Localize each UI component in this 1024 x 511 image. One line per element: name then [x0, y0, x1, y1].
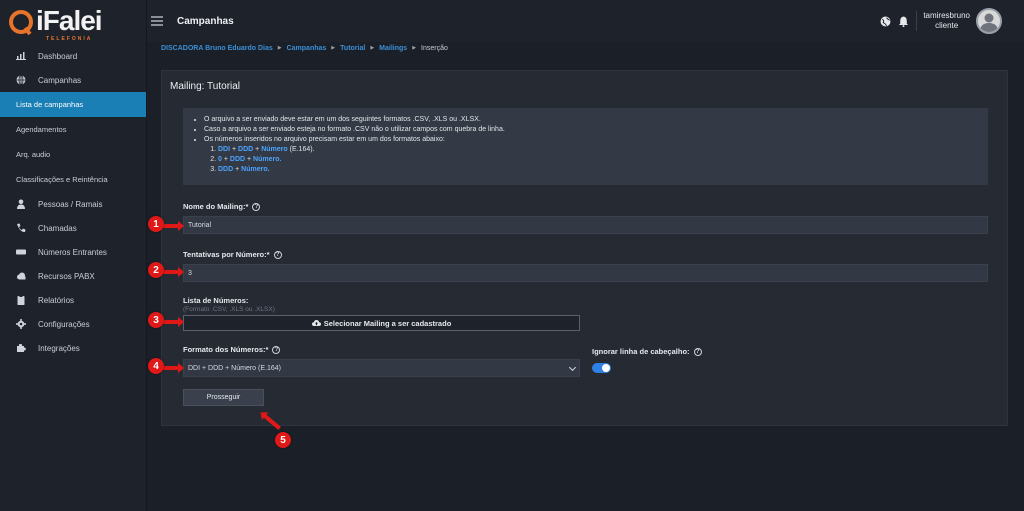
numbers-list-label: Lista de Números: — [183, 296, 249, 305]
sidebar-item-relatorios[interactable]: Relatórios — [0, 288, 146, 312]
mailing-name-input[interactable]: Tutorial — [183, 216, 988, 234]
format-label: Formato dos Números:*? — [183, 345, 281, 354]
sidebar-item-label: Números Entrantes — [38, 247, 107, 257]
numbers-list-hint: (Formato .CSV, .XLS ou .XLSX) — [183, 306, 275, 313]
sidebar-item-lista-de-campanhas[interactable]: Lista de campanhas — [0, 92, 146, 117]
info-line: O arquivo a ser enviado deve estar em um… — [204, 115, 976, 125]
annotation-marker-3: 3 — [148, 312, 164, 328]
sidebar-item-arq-audio[interactable]: Arq. audio — [0, 142, 146, 167]
user-info[interactable]: tamiresbruno cliente — [916, 11, 970, 31]
cloud-icon — [16, 271, 26, 281]
breadcrumb-separator-icon: ▶ — [331, 45, 336, 51]
sidebar-item-campanhas[interactable]: Campanhas — [0, 68, 146, 92]
format-option-3: DDD + Número. — [218, 165, 976, 175]
sidebar-item-chamadas[interactable]: Chamadas — [0, 216, 146, 240]
logo[interactable]: iFalei TELEFONIA — [0, 0, 146, 44]
format-option-1: DDI + DDD + Número (E.164). — [218, 145, 976, 155]
sidebar-item-numeros-entrantes[interactable]: Números Entrantes — [0, 240, 146, 264]
breadcrumb-separator-icon: ▶ — [412, 45, 417, 51]
annotation-arrow — [163, 221, 184, 231]
sidebar-item-dashboard[interactable]: Dashboard — [0, 44, 146, 68]
page-title: Campanhas — [177, 15, 234, 27]
phone-icon — [16, 223, 26, 233]
format-select[interactable]: DDI + DDD + Número (E.164) — [183, 359, 580, 377]
help-icon[interactable]: ? — [272, 345, 281, 354]
format-option-2: 0 + DDD + Número. — [218, 155, 976, 165]
chevron-down-icon — [568, 363, 577, 372]
format-select-value: DDI + DDD + Número (E.164) — [188, 364, 281, 372]
gear-icon — [16, 319, 26, 329]
mailing-name-label: Nome do Mailing:*? — [183, 202, 261, 211]
sidebar: iFalei TELEFONIA Dashboard Campanhas Lis… — [0, 0, 147, 511]
ignore-header-toggle[interactable] — [592, 363, 611, 373]
clipboard-icon — [16, 295, 26, 305]
sidebar-item-label: Dashboard — [38, 51, 78, 61]
puzzle-icon — [16, 343, 26, 353]
proceed-button[interactable]: Prosseguir — [183, 389, 264, 406]
annotation-arrow — [163, 363, 184, 373]
globe-icon — [16, 75, 26, 85]
sidebar-item-agendamentos[interactable]: Agendamentos — [0, 117, 146, 142]
chart-icon — [16, 51, 26, 61]
logo-subtitle: TELEFONIA — [46, 36, 93, 42]
top-bar: Campanhas tamiresbruno cliente — [147, 0, 1024, 42]
breadcrumb-current: Inserção — [421, 44, 448, 52]
person-icon — [16, 199, 26, 209]
globe-icon[interactable] — [880, 16, 891, 27]
breadcrumb-separator-icon: ▶ — [370, 45, 375, 51]
sidebar-item-label: Recursos PABX — [38, 271, 95, 281]
sidebar-item-label: Configurações — [38, 319, 90, 329]
annotation-marker-5: 5 — [275, 432, 291, 448]
top-right-controls: tamiresbruno cliente — [880, 8, 1002, 34]
help-icon[interactable]: ? — [273, 250, 282, 259]
avatar[interactable] — [976, 8, 1002, 34]
sidebar-nav: Dashboard Campanhas Lista de campanhas A… — [0, 44, 146, 360]
info-line: Caso a arquivo a ser enviado esteja no f… — [204, 125, 976, 135]
annotation-marker-2: 2 — [148, 262, 164, 278]
logo-icon — [9, 10, 33, 36]
card-title: Mailing: Tutorial — [170, 81, 241, 92]
sidebar-item-label: Classificações e Reintência — [16, 175, 108, 184]
keypad-icon — [16, 247, 26, 257]
sidebar-item-label: Agendamentos — [16, 125, 67, 134]
menu-icon[interactable] — [151, 16, 163, 26]
user-name: tamiresbruno — [923, 11, 970, 20]
mailing-card: Mailing: Tutorial O arquivo a ser enviad… — [161, 70, 1008, 426]
attempts-input[interactable]: 3 — [183, 264, 988, 282]
help-icon[interactable]: ? — [693, 347, 702, 356]
sidebar-item-label: Campanhas — [38, 75, 82, 85]
sidebar-item-label: Pessoas / Ramais — [38, 199, 103, 209]
info-line: Os números inseridos no arquivo precisam… — [204, 135, 976, 175]
sidebar-item-classificacoes[interactable]: Classificações e Reintência — [0, 167, 146, 192]
cloud-upload-icon — [311, 320, 321, 326]
user-role: cliente — [935, 21, 959, 30]
breadcrumb-item-mailings[interactable]: Mailings — [379, 45, 407, 52]
attempts-label: Tentativas por Número:*? — [183, 250, 282, 259]
breadcrumb-item-campanhas[interactable]: Campanhas — [287, 45, 327, 52]
ignore-header-label: Ignorar linha de cabeçalho:? — [592, 347, 702, 356]
sidebar-item-integracoes[interactable]: Integrações — [0, 336, 146, 360]
sidebar-item-configuracoes[interactable]: Configurações — [0, 312, 146, 336]
annotation-arrow — [163, 317, 184, 327]
breadcrumb-item-tutorial[interactable]: Tutorial — [340, 45, 365, 52]
sidebar-item-label: Relatórios — [38, 295, 75, 305]
annotation-arrow — [163, 267, 184, 277]
sidebar-item-label: Integrações — [38, 343, 80, 353]
sidebar-item-label: Lista de campanhas — [16, 100, 84, 109]
breadcrumb-item-discadora[interactable]: DISCADORA Bruno Eduardo Dias — [161, 45, 273, 52]
upload-mailing-button[interactable]: Selecionar Mailing a ser cadastrado — [183, 315, 580, 331]
breadcrumb: DISCADORA Bruno Eduardo Dias ▶ Campanhas… — [161, 44, 448, 52]
breadcrumb-separator-icon: ▶ — [277, 45, 282, 51]
annotation-marker-4: 4 — [148, 358, 164, 374]
bell-icon[interactable] — [898, 16, 909, 27]
help-icon[interactable]: ? — [252, 202, 261, 211]
sidebar-item-recursos-pabx[interactable]: Recursos PABX — [0, 264, 146, 288]
sidebar-item-label: Arq. audio — [16, 150, 51, 159]
sidebar-item-pessoas[interactable]: Pessoas / Ramais — [0, 192, 146, 216]
info-box: O arquivo a ser enviado deve estar em um… — [183, 108, 988, 185]
sidebar-item-label: Chamadas — [38, 223, 77, 233]
annotation-marker-1: 1 — [148, 216, 164, 232]
logo-text: iFalei — [36, 5, 103, 36]
